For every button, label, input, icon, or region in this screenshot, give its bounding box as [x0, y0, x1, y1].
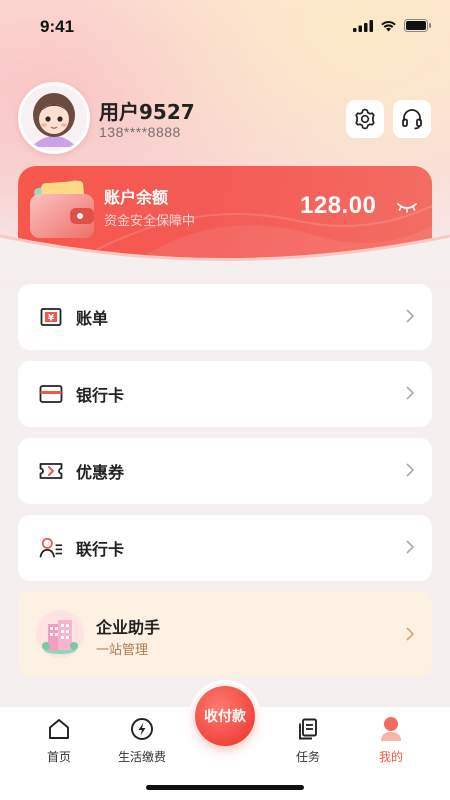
customer-service-button[interactable]	[393, 100, 431, 138]
collect-pay-label: 收付款	[204, 709, 246, 725]
bill-icon: ¥	[39, 305, 63, 329]
tab-home[interactable]: 首页	[19, 715, 99, 765]
username: 用户9527	[99, 100, 195, 124]
enterprise-title: 企业助手	[96, 618, 161, 637]
menu-label-coupon: 优惠券	[76, 463, 125, 482]
contacts-icon	[39, 536, 63, 560]
enterprise-subtitle: 一站管理	[96, 643, 149, 658]
menu-item-bill[interactable]: ¥ 账单	[18, 284, 432, 350]
menu-label-contacts: 联行卡	[76, 540, 125, 559]
card-bottom-curve	[0, 234, 450, 278]
avatar-image	[21, 85, 87, 151]
menu-item-bank-card[interactable]: 银行卡	[18, 361, 432, 427]
building-icon	[36, 610, 84, 658]
tab-tasks[interactable]: 任务	[268, 715, 348, 765]
avatar[interactable]	[18, 82, 90, 154]
gear-icon	[355, 108, 375, 130]
collect-pay-button[interactable]: 收付款	[195, 686, 255, 746]
bank-card-icon	[39, 382, 63, 406]
home-indicator[interactable]	[146, 785, 304, 790]
battery-icon	[404, 19, 431, 32]
status-bar: 9:41	[0, 0, 450, 54]
tab-label-payments: 生活缴费	[117, 750, 166, 764]
menu-label-bill: 账单	[76, 309, 109, 328]
wifi-icon	[381, 20, 396, 31]
tab-label-home: 首页	[46, 750, 71, 764]
tab-payments[interactable]: 生活缴费	[102, 715, 182, 765]
tab-label-mine: 我的	[378, 750, 403, 764]
status-icons	[353, 19, 432, 32]
status-time: 9:41	[40, 17, 75, 36]
svg-text:¥: ¥	[48, 314, 55, 324]
tab-label-tasks: 任务	[295, 750, 320, 764]
settings-button[interactable]	[346, 100, 384, 138]
task-list-icon	[299, 718, 317, 740]
signal-icon	[353, 19, 373, 32]
lightning-icon	[131, 718, 153, 740]
chevron-right-icon	[406, 627, 414, 641]
menu-item-coupon[interactable]: 优惠券	[18, 438, 432, 504]
menu-item-contacts[interactable]: 联行卡	[18, 515, 432, 581]
headset-icon	[402, 109, 422, 130]
user-profile-icon	[381, 717, 401, 741]
menu-label-bank-card: 银行卡	[76, 386, 125, 405]
chevron-right-icon	[406, 463, 414, 477]
chevron-right-icon	[406, 540, 414, 554]
balance-amount: 128.00	[300, 192, 377, 219]
enterprise-assistant-card[interactable]: 企业助手 一站管理	[18, 591, 432, 677]
chevron-right-icon	[406, 309, 414, 323]
tab-mine[interactable]: 我的	[351, 715, 431, 765]
coupon-icon	[39, 459, 63, 483]
chevron-right-icon	[406, 386, 414, 400]
hide-balance-icon[interactable]	[396, 200, 418, 214]
phone-number: 138****8888	[99, 124, 181, 140]
balance-subtitle: 资金安全保障中	[104, 214, 196, 229]
balance-label: 账户余额	[104, 188, 169, 207]
home-icon	[49, 719, 69, 739]
